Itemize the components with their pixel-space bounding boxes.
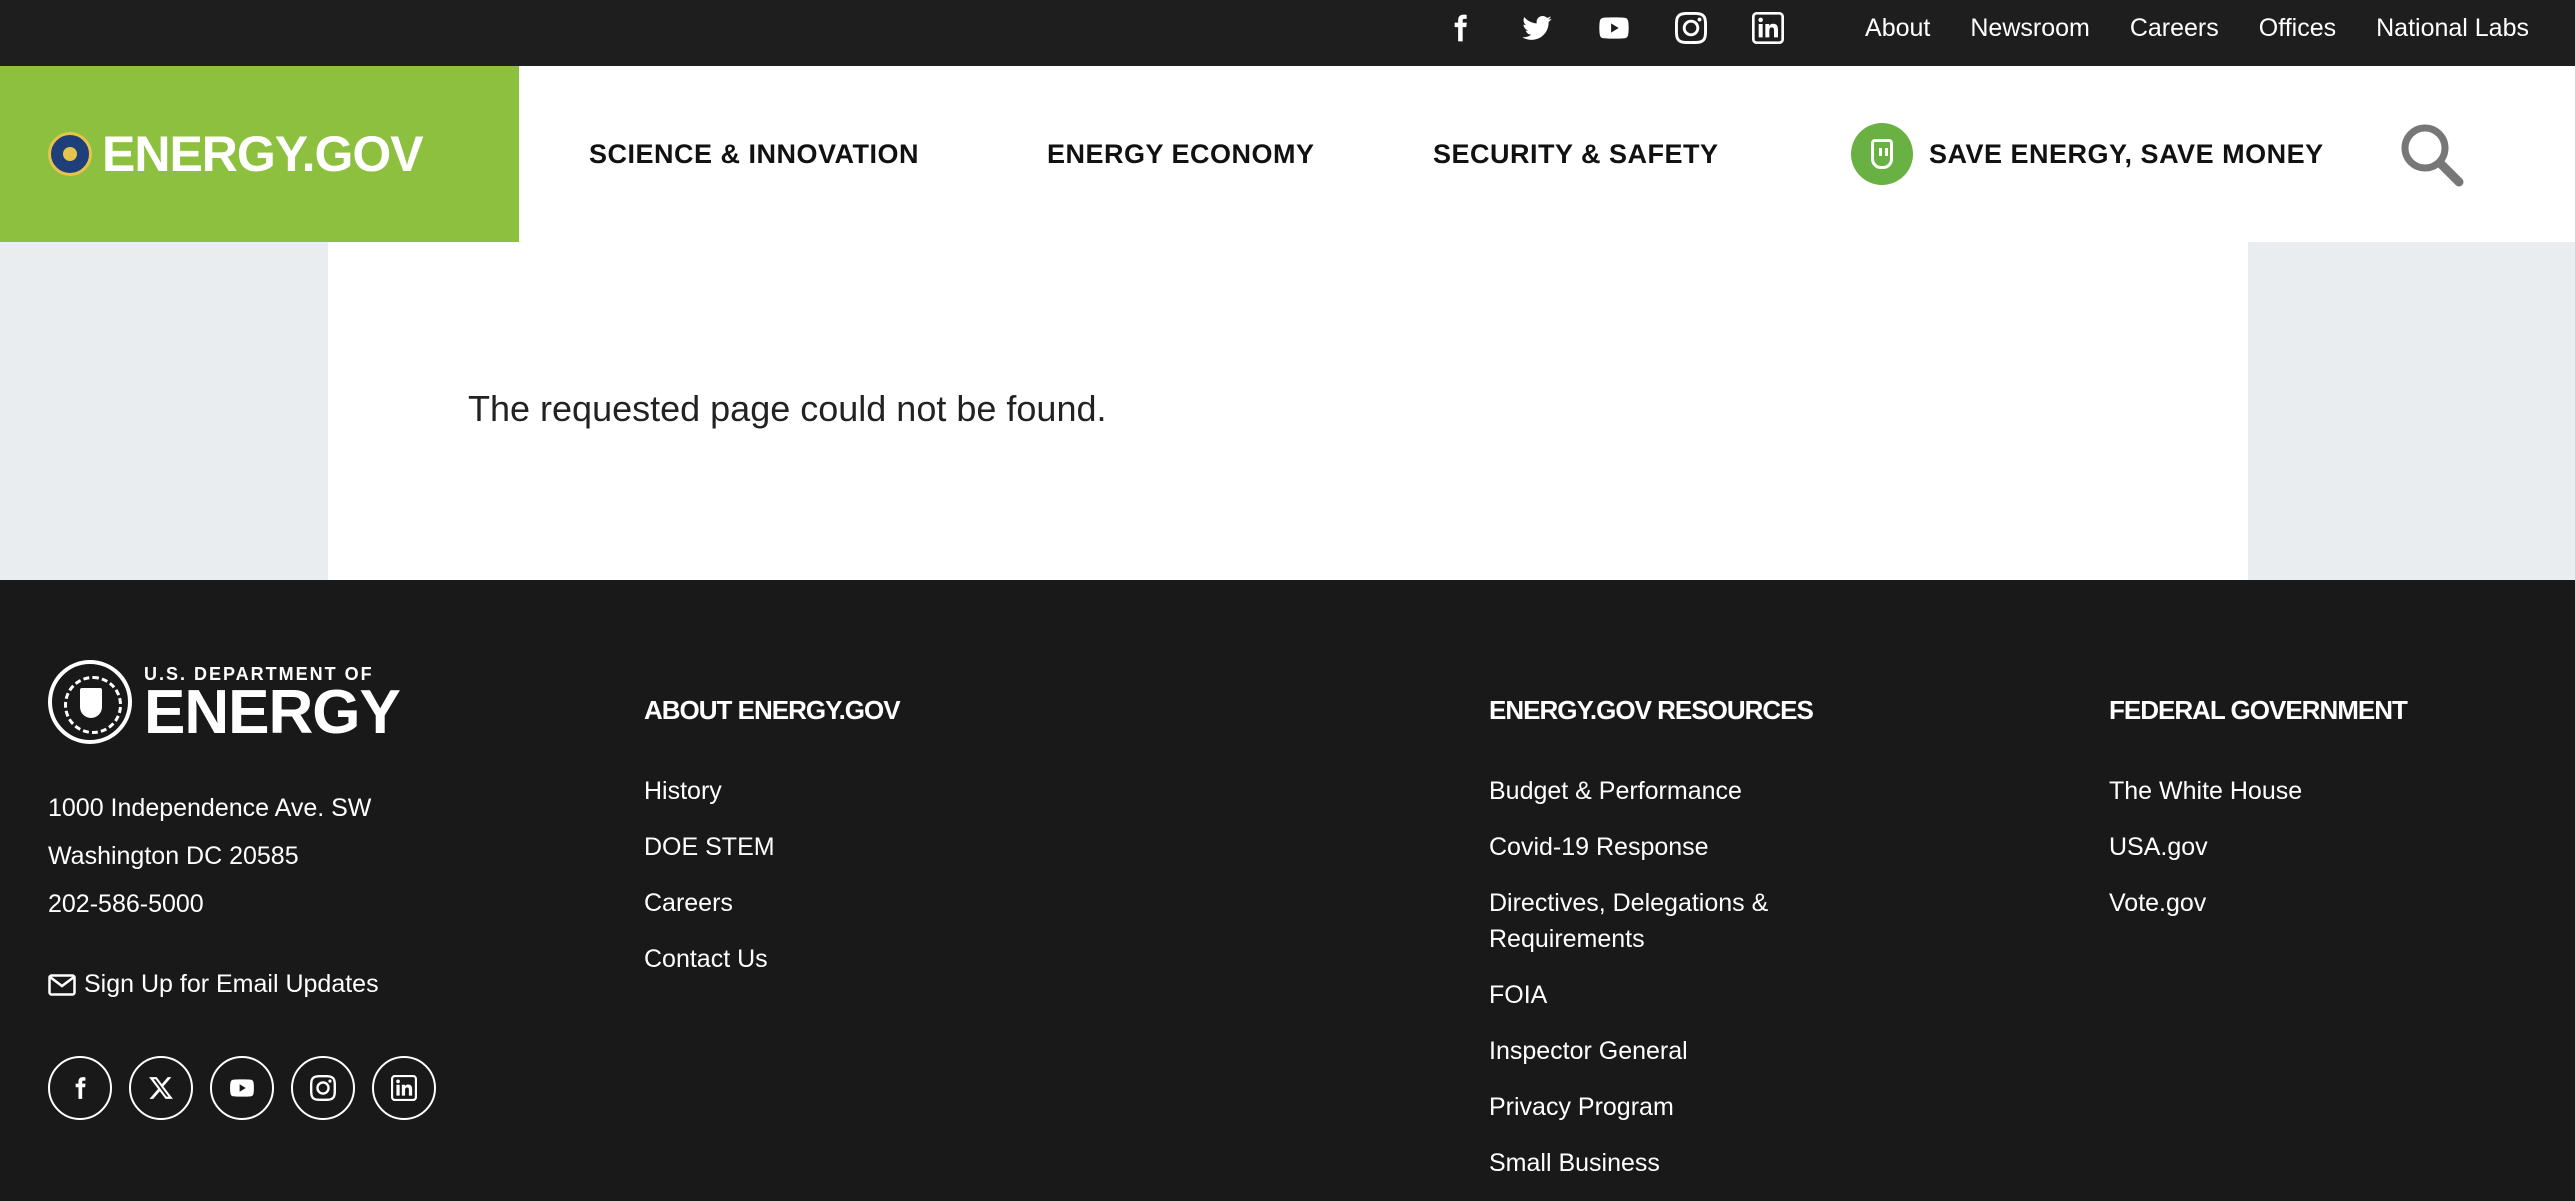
twitter-icon[interactable] bbox=[1517, 8, 1557, 48]
utility-social-links bbox=[1440, 0, 1825, 56]
content-card: The requested page could not be found. bbox=[328, 242, 2248, 580]
footer-link-usa-gov[interactable]: USA.gov bbox=[2109, 833, 2208, 861]
nav-save-energy[interactable]: SAVE ENERGY, SAVE MONEY bbox=[1851, 123, 2324, 185]
nav-energy-economy[interactable]: ENERGY ECONOMY bbox=[1047, 139, 1315, 170]
search-button[interactable] bbox=[2395, 118, 2467, 190]
nav-security-safety[interactable]: SECURITY & SAFETY bbox=[1433, 139, 1719, 170]
footer-social-links bbox=[48, 1056, 453, 1120]
resources-heading: ENERGY.GOV RESOURCES bbox=[1489, 695, 1814, 725]
address-line-1: 1000 Independence Ave. SW bbox=[48, 794, 372, 822]
facebook-icon[interactable] bbox=[48, 1056, 112, 1120]
footer-link-foia[interactable]: FOIA bbox=[1489, 981, 1547, 1009]
phone-number: 202-586-5000 bbox=[48, 890, 204, 918]
nav-save-energy-label: SAVE ENERGY, SAVE MONEY bbox=[1929, 138, 2324, 169]
x-icon[interactable] bbox=[129, 1056, 193, 1120]
footer-link-small-business[interactable]: Small Business bbox=[1489, 1149, 1660, 1177]
about-heading: ABOUT ENERGY.GOV bbox=[644, 695, 901, 725]
footer-link-privacy[interactable]: Privacy Program bbox=[1489, 1093, 1674, 1121]
instagram-icon[interactable] bbox=[291, 1056, 355, 1120]
search-icon bbox=[2401, 124, 2464, 187]
footer-link-contact-us[interactable]: Contact Us bbox=[644, 945, 768, 973]
doe-logo-big-text: ENERGY bbox=[144, 677, 401, 747]
utility-link-careers[interactable]: Careers bbox=[2130, 14, 2219, 43]
nav-science-innovation[interactable]: SCIENCE & INNOVATION bbox=[589, 139, 919, 170]
utility-link-offices[interactable]: Offices bbox=[2259, 14, 2336, 43]
address-line-2: Washington DC 20585 bbox=[48, 842, 299, 870]
utility-link-about[interactable]: About bbox=[1865, 14, 1930, 43]
footer-link-directives[interactable]: Directives, Delegations & Requirements bbox=[1489, 889, 1768, 953]
email-updates-link[interactable]: Sign Up for Email Updates bbox=[48, 970, 379, 999]
instagram-icon[interactable] bbox=[1671, 8, 1711, 48]
utility-link-national-labs[interactable]: National Labs bbox=[2376, 14, 2529, 43]
plug-icon bbox=[1851, 123, 1913, 185]
footer-link-doe-stem[interactable]: DOE STEM bbox=[644, 833, 775, 861]
envelope-icon bbox=[48, 973, 76, 996]
youtube-icon[interactable] bbox=[210, 1056, 274, 1120]
doe-footer-logo[interactable]: U.S. DEPARTMENT OF ENERGY bbox=[48, 660, 401, 747]
utility-links: About Newsroom Careers Offices National … bbox=[1825, 0, 2529, 56]
resources-links: Budget & Performance Covid-19 Response D… bbox=[1489, 773, 1819, 1201]
energy-gov-logo[interactable]: ENERGY.GOV bbox=[0, 66, 519, 242]
footer-link-white-house[interactable]: The White House bbox=[2109, 777, 2302, 805]
footer-link-careers[interactable]: Careers bbox=[644, 889, 733, 917]
email-updates-label: Sign Up for Email Updates bbox=[84, 970, 379, 998]
utility-link-newsroom[interactable]: Newsroom bbox=[1970, 14, 2089, 43]
doe-seal-icon bbox=[48, 132, 92, 176]
footer-link-history[interactable]: History bbox=[644, 777, 722, 805]
federal-links: The White House USA.gov Vote.gov bbox=[2109, 773, 2302, 941]
linkedin-icon[interactable] bbox=[372, 1056, 436, 1120]
footer-link-inspector-general[interactable]: Inspector General bbox=[1489, 1037, 1688, 1065]
content-area: The requested page could not be found. bbox=[0, 242, 2575, 580]
not-found-message: The requested page could not be found. bbox=[468, 388, 1107, 429]
site-header: ENERGY.GOV SCIENCE & INNOVATION ENERGY E… bbox=[0, 66, 2575, 242]
footer-link-vote-gov[interactable]: Vote.gov bbox=[2109, 889, 2206, 917]
linkedin-icon[interactable] bbox=[1748, 8, 1788, 48]
youtube-icon[interactable] bbox=[1594, 8, 1634, 48]
footer-link-budget[interactable]: Budget & Performance bbox=[1489, 777, 1742, 805]
doe-seal-icon bbox=[48, 660, 132, 744]
about-links: History DOE STEM Careers Contact Us bbox=[644, 773, 775, 997]
federal-heading: FEDERAL GOVERNMENT bbox=[2109, 695, 2408, 725]
site-footer: U.S. DEPARTMENT OF ENERGY 1000 Independe… bbox=[0, 580, 2575, 1177]
logo-text: ENERGY.GOV bbox=[102, 126, 424, 182]
facebook-icon[interactable] bbox=[1440, 8, 1480, 48]
footer-link-covid[interactable]: Covid-19 Response bbox=[1489, 833, 1709, 861]
utility-bar: About Newsroom Careers Offices National … bbox=[0, 0, 2575, 66]
